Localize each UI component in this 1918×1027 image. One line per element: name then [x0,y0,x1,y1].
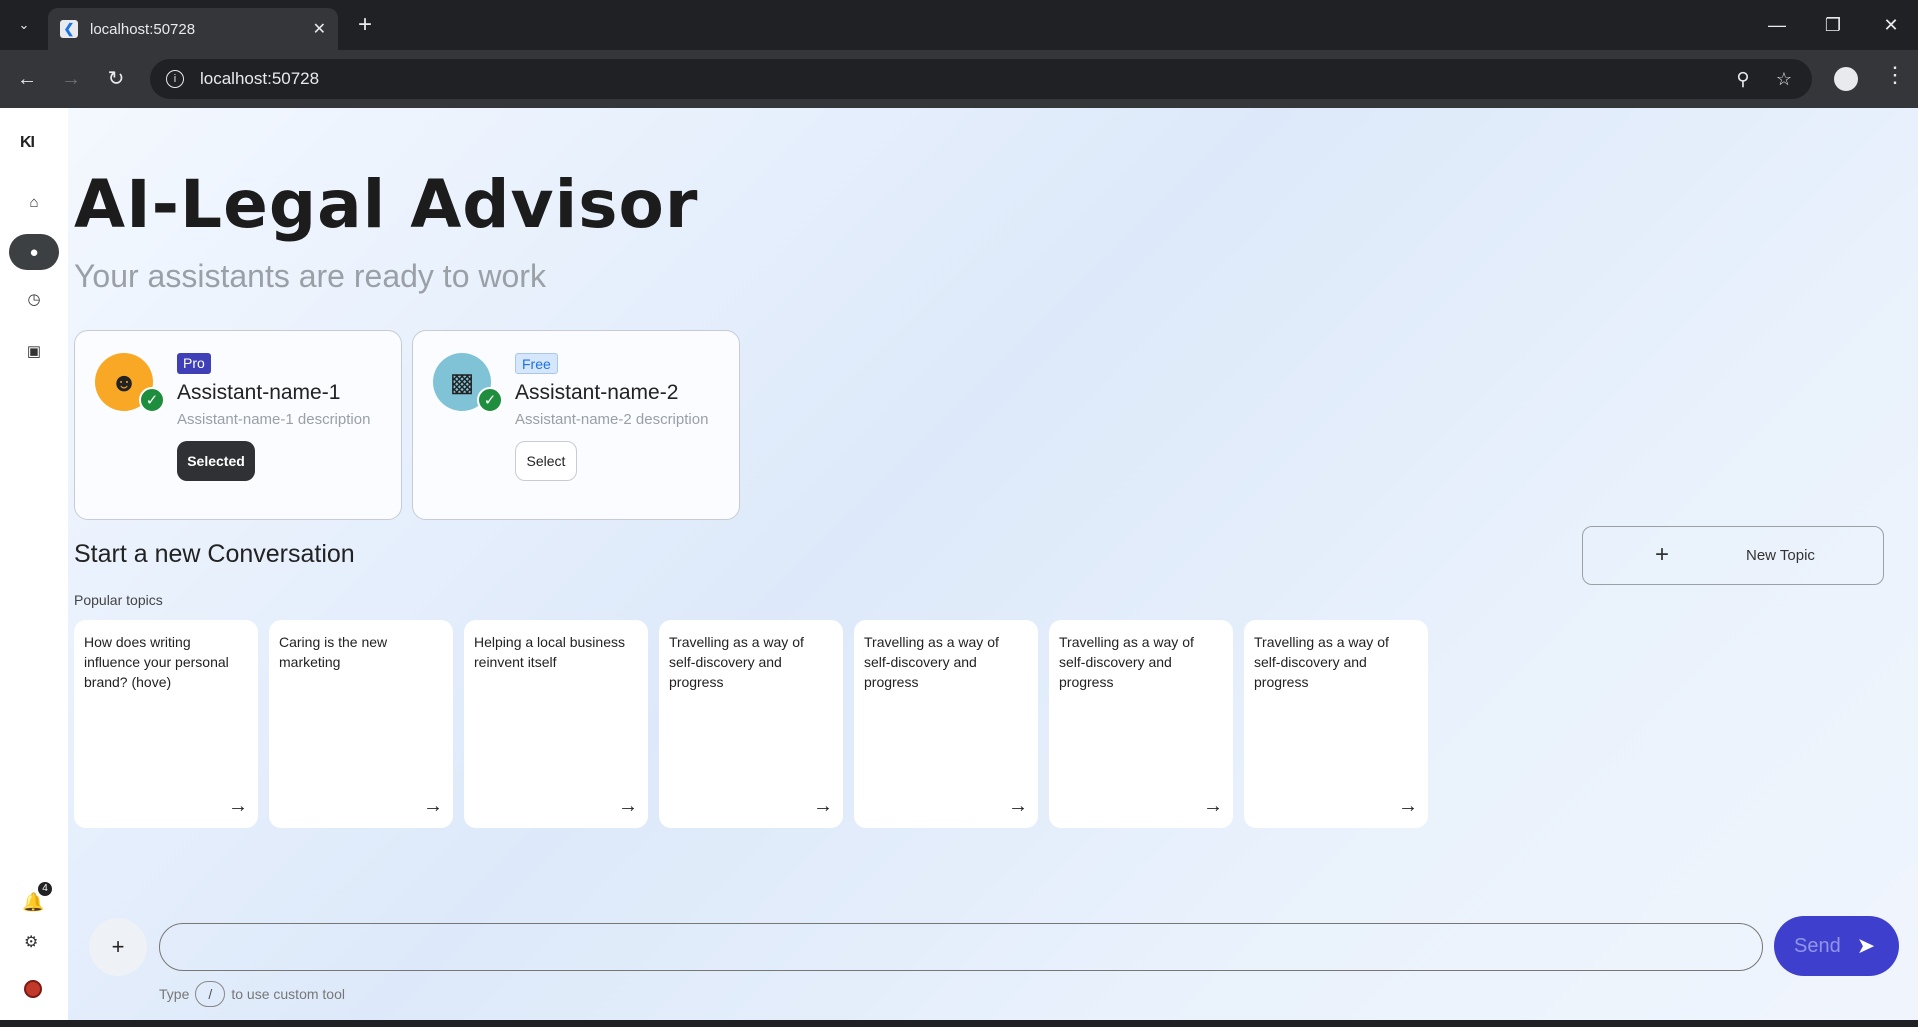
forward-icon[interactable]: → [57,65,85,93]
section-title: Start a new Conversation [74,540,355,568]
add-attachment-button[interactable]: + [89,918,147,976]
free-badge: Free [515,353,558,374]
topic-card[interactable]: Travelling as a way of self-discovery an… [1244,620,1428,828]
topic-card[interactable]: Caring is the new marketing → [269,620,453,828]
home-icon[interactable]: ⌂ [9,184,59,220]
avatar[interactable] [24,980,42,998]
assistant-avatar: ▩ ✓ [433,349,503,415]
page-subtitle: Your assistants are ready to work [74,258,546,294]
hint-prefix: Type [159,986,190,1002]
address-bar[interactable]: i localhost:50728 [150,59,1812,99]
popular-topics-label: Popular topics [74,592,163,608]
close-tab-icon[interactable]: ✕ [313,19,326,39]
arrow-right-icon: → [618,795,638,817]
restore-icon[interactable]: ❐ [1818,10,1848,40]
arrow-right-icon: → [1008,795,1028,817]
assistant-icon[interactable]: ▣ [9,333,59,369]
selected-button[interactable]: Selected [177,441,255,481]
back-icon[interactable]: ← [13,65,41,93]
send-label: Send [1794,934,1841,957]
browser-toolbar: ← → ↻ i localhost:50728 ⚲ ☆ [0,50,1918,108]
topic-text: Travelling as a way of self-discovery an… [669,634,804,690]
close-window-icon[interactable]: ✕ [1876,10,1906,40]
tab-search-button[interactable]: ⌄ [8,12,40,38]
assistant-avatar: ☻ ✓ [95,349,165,415]
composer-hint: Type / to use custom tool [159,981,345,1007]
app-content: KI ⌂ ● ◷ ▣ 🔔 4 ⚙ AI-Legal Advisor Your a… [0,108,1918,1020]
select-button[interactable]: Select [515,441,577,481]
topic-card[interactable]: Travelling as a way of self-discovery an… [854,620,1038,828]
notification-count-badge: 4 [38,882,52,896]
profile-icon[interactable] [1834,67,1858,91]
topic-text: Travelling as a way of self-discovery an… [864,634,999,690]
topic-text: Caring is the new marketing [279,634,388,670]
topic-card[interactable]: Travelling as a way of self-discovery an… [659,620,843,828]
tab-title: localhost:50728 [90,20,196,38]
history-icon[interactable]: ◷ [9,281,59,317]
arrow-right-icon: → [423,795,443,817]
message-input[interactable] [159,923,1763,971]
browser-tab[interactable]: ❮ localhost:50728 ✕ [48,8,338,50]
app-logo: KI [20,134,35,151]
send-button[interactable]: Send ➤ [1774,916,1899,976]
minimize-icon[interactable]: — [1762,10,1792,40]
hint-suffix: to use custom tool [231,986,345,1002]
reload-icon[interactable]: ↻ [102,65,130,93]
pro-badge: Pro [177,353,211,374]
assistant-name: Assistant-name-2 [515,381,679,404]
flutter-icon: ❮ [60,20,78,38]
assistant-card-1[interactable]: ☻ ✓ Pro Assistant-name-1 Assistant-name-… [74,330,402,520]
browser-tab-bar: ⌄ ❮ localhost:50728 ✕ + — ❐ ✕ [0,0,1918,50]
assistant-description: Assistant-name-1 description [177,411,371,428]
assistant-name: Assistant-name-1 [177,381,341,404]
new-tab-button[interactable]: + [352,12,378,38]
chat-icon[interactable]: ● [9,234,59,270]
zoom-icon[interactable]: ⚲ [1728,59,1758,99]
arrow-right-icon: → [813,795,833,817]
topic-card[interactable]: Helping a local business reinvent itself… [464,620,648,828]
assistant-card-2[interactable]: ▩ ✓ Free Assistant-name-2 Assistant-name… [412,330,740,520]
arrow-right-icon: → [1203,795,1223,817]
navigation-rail: KI ⌂ ● ◷ ▣ 🔔 4 ⚙ [0,108,68,1020]
new-topic-button[interactable]: + New Topic [1582,526,1884,585]
page-title: AI-Legal Advisor [74,166,699,243]
bookmark-star-icon[interactable]: ☆ [1769,59,1799,99]
arrow-right-icon: → [1398,795,1418,817]
address-url: localhost:50728 [200,69,320,88]
slash-key: / [195,981,226,1007]
plus-icon: + [1655,541,1670,568]
check-icon: ✓ [139,387,165,413]
arrow-right-icon: → [228,795,248,817]
site-info-icon[interactable]: i [166,70,184,88]
topic-text: Travelling as a way of self-discovery an… [1254,634,1389,690]
topic-text: Travelling as a way of self-discovery an… [1059,634,1194,690]
window-bottom-edge [0,1020,1918,1027]
topic-text: How does writing influence your personal… [84,634,229,690]
topic-card[interactable]: How does writing influence your personal… [74,620,258,828]
topic-text: Helping a local business reinvent itself [474,634,625,670]
settings-gear-icon[interactable]: ⚙ [24,932,38,952]
new-topic-label: New Topic [1746,547,1815,564]
browser-menu-icon[interactable]: ⋮ [1884,62,1906,88]
assistant-description: Assistant-name-2 description [515,411,709,428]
send-icon: ➤ [1856,933,1876,958]
check-icon: ✓ [477,387,503,413]
topic-card[interactable]: Travelling as a way of self-discovery an… [1049,620,1233,828]
